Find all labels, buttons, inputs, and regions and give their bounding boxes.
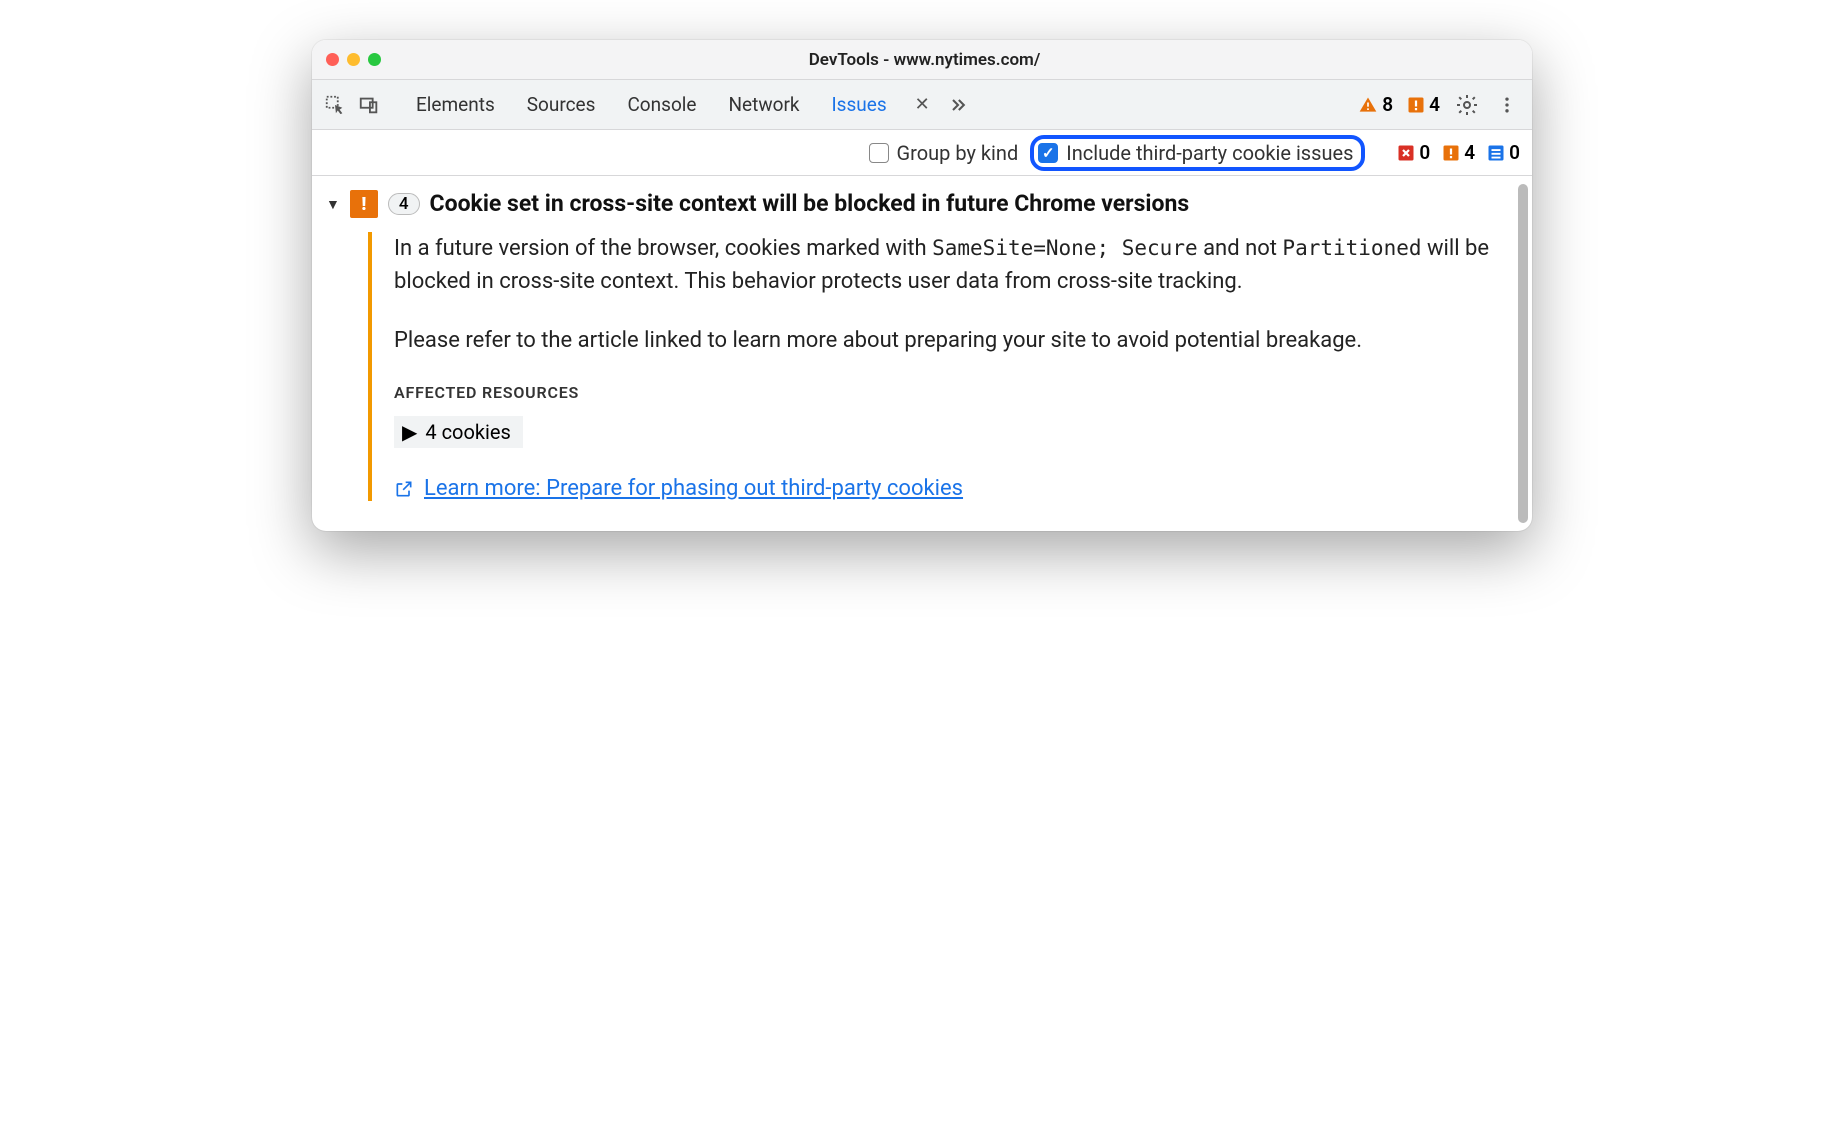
- code-snippet: Partitioned: [1282, 236, 1421, 260]
- tab-console[interactable]: Console: [611, 93, 712, 116]
- device-toggle-icon[interactable]: [358, 94, 380, 116]
- issue-count-pill: 4: [388, 193, 420, 215]
- titlebar: DevTools - www.nytimes.com/: [312, 40, 1532, 80]
- group-by-kind-checkbox[interactable]: Group by kind: [869, 141, 1019, 165]
- minimize-window-button[interactable]: [347, 53, 360, 66]
- close-tab-icon[interactable]: ✕: [909, 94, 936, 115]
- expand-caret-icon[interactable]: ▼: [326, 196, 340, 213]
- zoom-window-button[interactable]: [368, 53, 381, 66]
- more-tabs-icon[interactable]: [942, 95, 974, 115]
- errors-number: 0: [1419, 141, 1430, 164]
- affected-cookies-toggle[interactable]: ▶ 4 cookies: [394, 416, 523, 448]
- issues-count[interactable]: 4: [1407, 93, 1440, 116]
- error-square-icon: [1397, 144, 1415, 162]
- kebab-menu-icon[interactable]: [1494, 92, 1520, 118]
- caret-right-icon: ▶: [402, 420, 417, 444]
- issue-square-icon: [1407, 96, 1425, 114]
- issue-description-2: Please refer to the article linked to le…: [394, 324, 1510, 357]
- warning-triangle-icon: [1358, 95, 1378, 115]
- issue-title: Cookie set in cross-site context will be…: [430, 190, 1190, 217]
- text-run: In a future version of the browser, cook…: [394, 236, 932, 261]
- info-number: 0: [1509, 141, 1520, 164]
- checkbox-icon: [869, 143, 889, 163]
- tab-network[interactable]: Network: [712, 93, 815, 116]
- warnings-count[interactable]: 8: [1358, 93, 1393, 116]
- external-link-icon: [394, 479, 414, 499]
- issue-square-icon: [1442, 144, 1460, 162]
- window-title: DevTools - www.nytimes.com/: [381, 50, 1468, 70]
- filter-errors-count[interactable]: 0: [1397, 141, 1430, 164]
- tab-sources[interactable]: Sources: [511, 93, 612, 116]
- inspect-icon[interactable]: [324, 94, 346, 116]
- issue-badge-icon: !: [350, 190, 378, 218]
- tab-bar: Elements Sources Console Network Issues …: [312, 80, 1532, 130]
- affected-resources-heading: AFFECTED RESOURCES: [394, 383, 1510, 402]
- include-third-party-checkbox[interactable]: Include third-party cookie issues: [1038, 141, 1353, 165]
- learn-more-link[interactable]: Learn more: Prepare for phasing out thir…: [394, 476, 1510, 501]
- panel-tabs: Elements Sources Console Network Issues: [400, 93, 903, 116]
- settings-icon[interactable]: [1454, 92, 1480, 118]
- issues-content: ▼ ! 4 Cookie set in cross-site context w…: [312, 176, 1532, 531]
- filter-bar: Group by kind Include third-party cookie…: [312, 130, 1532, 176]
- warnings-number: 8: [1382, 93, 1393, 116]
- affected-cookies-label: 4 cookies: [425, 420, 510, 444]
- tab-elements[interactable]: Elements: [400, 93, 511, 116]
- checkbox-checked-icon: [1038, 143, 1058, 163]
- include-third-party-label: Include third-party cookie issues: [1066, 141, 1353, 165]
- info-square-icon: [1487, 144, 1505, 162]
- text-run: and not: [1198, 236, 1283, 261]
- scrollbar[interactable]: [1518, 184, 1528, 523]
- close-window-button[interactable]: [326, 53, 339, 66]
- group-by-kind-label: Group by kind: [897, 141, 1019, 165]
- learn-more-text[interactable]: Learn more: Prepare for phasing out thir…: [424, 476, 963, 501]
- traffic-lights: [326, 53, 381, 66]
- filter-info-count[interactable]: 0: [1487, 141, 1520, 164]
- devtools-window: DevTools - www.nytimes.com/ Elements Sou…: [312, 40, 1532, 531]
- include-third-party-highlight: Include third-party cookie issues: [1030, 135, 1365, 171]
- issues-number: 4: [1429, 93, 1440, 116]
- issue-description-1: In a future version of the browser, cook…: [394, 232, 1510, 298]
- tab-issues[interactable]: Issues: [816, 93, 903, 116]
- filter-issues-number: 4: [1464, 141, 1475, 164]
- issue-accent-bar: [368, 232, 372, 501]
- code-snippet: SameSite=None; Secure: [932, 236, 1198, 260]
- filter-issues-count[interactable]: 4: [1442, 141, 1475, 164]
